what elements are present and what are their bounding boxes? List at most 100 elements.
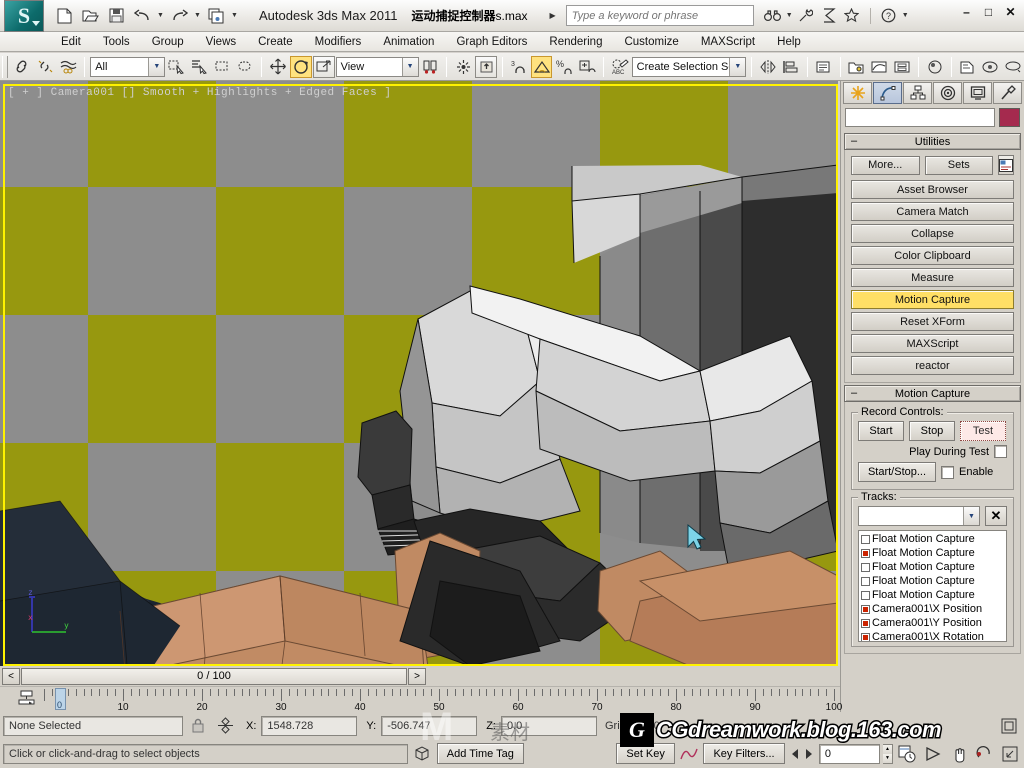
list-item[interactable]: Float Motion Capture (861, 574, 1004, 588)
material-editor-icon[interactable] (924, 56, 946, 78)
absolute-relative-transform-icon[interactable] (213, 714, 237, 738)
pan-view-icon[interactable] (947, 742, 970, 766)
spinner-down-icon[interactable]: ▼ (882, 753, 893, 763)
list-item[interactable]: Camera001\X Rotation (861, 630, 1004, 641)
title-dropdown-icon[interactable]: ▶ (550, 11, 556, 20)
select-and-link-icon[interactable] (12, 56, 34, 78)
percent-snap-toggle-icon[interactable]: % (553, 56, 575, 78)
search-box[interactable] (565, 5, 754, 26)
track-bar[interactable]: 10 20 30 40 50 60 70 80 90 100 0 (0, 686, 842, 713)
sets-button[interactable]: Sets (924, 155, 993, 175)
spinner-snap-toggle-icon[interactable] (576, 56, 598, 78)
render-production-icon[interactable] (1002, 56, 1024, 78)
auto-key-toggle-icon[interactable] (807, 714, 831, 738)
next-frame-button[interactable]: > (408, 667, 426, 685)
hierarchy-tab[interactable] (903, 82, 932, 104)
previous-frame-button[interactable]: < (2, 667, 20, 685)
spinner-up-icon[interactable]: ▲ (882, 744, 893, 754)
undo-dropdown-icon[interactable]: ▼ (156, 4, 165, 28)
project-folder-icon[interactable] (204, 4, 228, 28)
reference-coordinate-combo[interactable]: View ▼ (335, 56, 419, 77)
enable-checkbox[interactable] (941, 465, 954, 479)
viewport-label[interactable]: [ + ] Camera001 [] Smooth + Highlights +… (8, 87, 391, 99)
track-active-indicator[interactable] (861, 534, 870, 544)
utilities-tab[interactable] (993, 82, 1022, 104)
display-tab[interactable] (963, 82, 992, 104)
qat-overflow-icon[interactable]: ▼ (230, 4, 239, 28)
menu-item-views[interactable]: Views (195, 34, 247, 50)
snaps-toggle-icon[interactable]: 3 (508, 56, 530, 78)
menu-item-group[interactable]: Group (141, 34, 195, 50)
object-name-input[interactable] (845, 108, 995, 127)
utilities-rollout-header[interactable]: – Utilities (844, 133, 1021, 150)
use-pivot-point-center-icon[interactable] (420, 56, 442, 78)
add-time-tag-button[interactable]: Add Time Tag (436, 743, 524, 764)
favorites-star-icon[interactable] (841, 5, 863, 27)
new-file-icon[interactable] (52, 4, 76, 28)
wrench-icon[interactable] (795, 5, 817, 27)
save-file-icon[interactable] (104, 4, 128, 28)
rendered-frame-window-icon[interactable] (979, 56, 1001, 78)
chevron-down-icon[interactable]: ▼ (729, 57, 746, 76)
isolate-selection-icon[interactable] (997, 714, 1021, 738)
bind-to-space-warp-icon[interactable] (57, 56, 79, 78)
rectangular-selection-region-icon[interactable] (212, 56, 234, 78)
selection-lock-icon[interactable] (186, 714, 210, 738)
list-item[interactable]: Float Motion Capture (861, 532, 1004, 546)
test-button[interactable]: Test (960, 421, 1006, 441)
menu-item-maxscript[interactable]: MAXScript (690, 34, 766, 50)
key-spinner[interactable]: ▲ ▼ (882, 743, 894, 764)
time-configuration-icon[interactable] (896, 742, 919, 766)
stop-button[interactable]: Stop (909, 421, 955, 441)
layer-manager-icon[interactable] (813, 56, 835, 78)
utility-button-measure[interactable]: Measure (851, 268, 1014, 287)
help-dropdown-icon[interactable]: ▼ (901, 4, 910, 28)
minimize-button[interactable]: – (959, 4, 974, 19)
open-file-icon[interactable] (78, 4, 102, 28)
selection-filter-combo[interactable]: All ▼ (90, 56, 166, 77)
schematic-view-icon[interactable] (891, 56, 913, 78)
track-active-indicator[interactable] (861, 618, 870, 628)
graph-editors-icon[interactable] (846, 56, 868, 78)
align-icon[interactable] (780, 56, 802, 78)
start-stop-button[interactable]: Start/Stop... (858, 462, 936, 482)
track-active-indicator[interactable] (861, 562, 870, 572)
open-mini-curve-editor-icon[interactable] (18, 690, 36, 711)
utility-button-reset-xform[interactable]: Reset XForm (851, 312, 1014, 331)
track-active-indicator[interactable] (861, 590, 870, 600)
select-and-scale-icon[interactable] (312, 55, 335, 78)
menu-item-customize[interactable]: Customize (613, 34, 689, 50)
select-and-manipulate-icon[interactable] (452, 56, 474, 78)
list-item[interactable]: Float Motion Capture (861, 560, 1004, 574)
key-filters-button[interactable]: Key Filters... (703, 743, 785, 764)
play-animation-icon[interactable] (922, 742, 945, 766)
undo-icon[interactable] (130, 4, 154, 28)
delete-track-button[interactable]: ✕ (985, 506, 1007, 526)
chevron-down-icon[interactable]: ▼ (148, 57, 165, 76)
help-icon[interactable]: ? (878, 5, 900, 27)
keyboard-shortcut-override-icon[interactable] (475, 55, 497, 78)
play-during-test-checkbox[interactable] (994, 445, 1007, 458)
start-button[interactable]: Start (858, 421, 904, 441)
track-active-indicator[interactable] (861, 548, 870, 558)
redo-dropdown-icon[interactable]: ▼ (193, 4, 202, 28)
menu-item-animation[interactable]: Animation (372, 34, 445, 50)
menu-item-create[interactable]: Create (247, 34, 304, 50)
utility-button-reactor[interactable]: reactor (851, 356, 1014, 375)
list-item[interactable]: Float Motion Capture (861, 588, 1004, 602)
track-combo[interactable]: ▼ (858, 506, 980, 526)
modify-tab[interactable] (873, 82, 902, 104)
menu-item-edit[interactable]: Edit (50, 34, 92, 50)
create-tab[interactable] (843, 82, 872, 104)
more-button[interactable]: More... (851, 155, 920, 175)
x-coordinate-field[interactable]: 1548.728 (261, 715, 358, 736)
close-button[interactable]: ✕ (1003, 4, 1018, 19)
viewport-camera001[interactable]: z y x (0, 81, 838, 666)
subscription-icon[interactable] (818, 5, 840, 27)
curve-editor-icon[interactable] (868, 56, 890, 78)
key-filters-curve-icon[interactable] (678, 742, 701, 766)
current-time-marker[interactable]: 0 (55, 688, 66, 710)
utility-button-camera-match[interactable]: Camera Match (851, 202, 1014, 221)
redo-icon[interactable] (167, 4, 191, 28)
unlink-selection-icon[interactable] (35, 56, 57, 78)
